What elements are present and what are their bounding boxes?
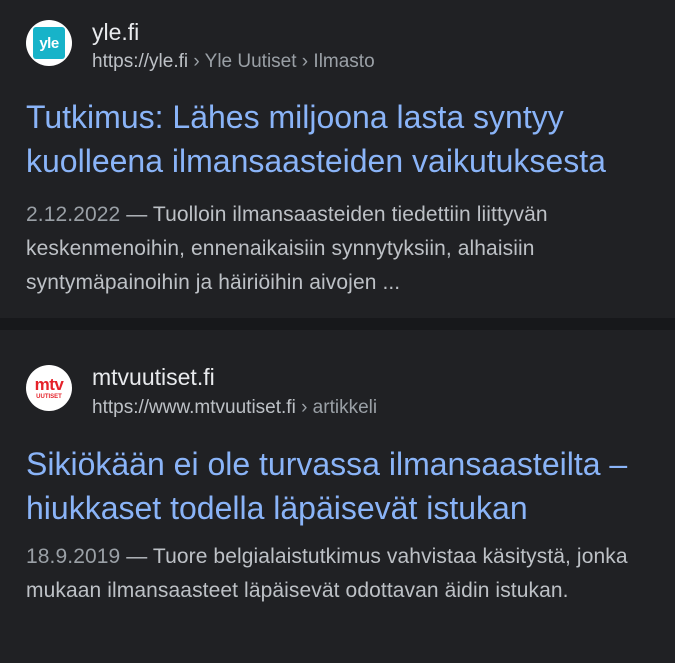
mtv-logo-icon: mtv UUTISET xyxy=(34,375,64,400)
url-breadcrumb: › Yle Uutiset › Ilmasto xyxy=(188,51,375,72)
result-snippet: 2.12.2022 — Tuolloin ilmansaasteiden tie… xyxy=(26,198,658,300)
result-title-link[interactable]: Tutkimus: Lähes miljoona lasta syntyy ku… xyxy=(26,95,666,183)
url-base: https://www.mtvuutiset.fi xyxy=(92,397,296,418)
url-breadcrumb: › artikkeli xyxy=(295,397,378,418)
title-line: Sikiökään ei ole turvassa ilmansaasteilt… xyxy=(26,446,628,482)
search-result-yle: yle yle.fi https://yle.fi › Yle Uutiset … xyxy=(0,0,675,318)
site-name[interactable]: mtvuutiset.fi xyxy=(92,364,215,391)
site-url[interactable]: https://yle.fi › Yle Uutiset › Ilmasto xyxy=(92,51,375,73)
result-divider xyxy=(0,318,675,330)
result-date: 18.9.2019 xyxy=(26,545,121,568)
site-url[interactable]: https://www.mtvuutiset.fi › artikkeli xyxy=(92,397,377,419)
url-base: https://yle.fi xyxy=(92,51,189,72)
title-line: hiukkaset todella läpäisevät istukan xyxy=(26,490,528,526)
yle-logo-icon: yle xyxy=(33,27,65,59)
favicon[interactable]: yle xyxy=(26,20,72,66)
search-result-mtv: mtv UUTISET mtvuutiset.fi https://www.mt… xyxy=(0,330,675,663)
result-date: 2.12.2022 xyxy=(26,203,121,226)
result-snippet: 18.9.2019 — Tuore belgialaistutkimus vah… xyxy=(26,540,658,608)
site-name[interactable]: yle.fi xyxy=(92,19,139,46)
favicon[interactable]: mtv UUTISET xyxy=(26,365,72,411)
title-line: Tutkimus: Lähes miljoona lasta syntyy xyxy=(26,99,564,135)
result-title-link[interactable]: Sikiökään ei ole turvassa ilmansaasteilt… xyxy=(26,442,666,530)
title-line: kuolleena ilmansaasteiden vaikutuksesta xyxy=(26,143,606,179)
